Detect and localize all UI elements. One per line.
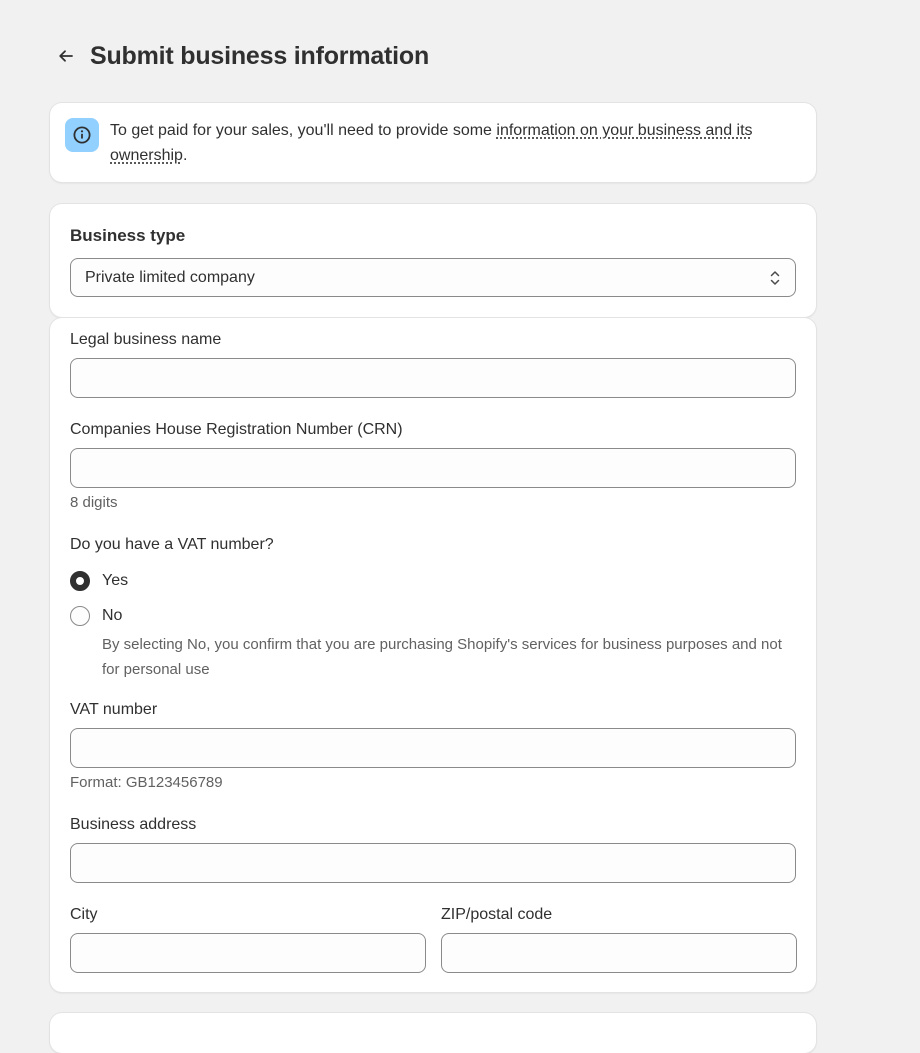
vat-question: Do you have a VAT number? (70, 536, 274, 553)
business-details-card: Legal business name Companies House Regi… (50, 318, 816, 992)
page-header: Submit business information (50, 38, 429, 74)
arrow-left-icon (59, 50, 73, 62)
business-type-select[interactable]: Private limited company (70, 258, 796, 297)
vat-no-help: By selecting No, you confirm that you ar… (102, 636, 782, 678)
radio-unchecked[interactable] (70, 606, 90, 626)
radio-checked[interactable] (70, 571, 90, 591)
city-label: City (70, 906, 98, 923)
legal-name-input[interactable] (70, 358, 796, 398)
business-type-title: Business type (70, 226, 186, 245)
banner-text: To get paid for your sales, you'll need … (110, 122, 497, 139)
select-chevron-icon (770, 271, 780, 285)
crn-input[interactable] (70, 448, 796, 488)
business-type-value: Private limited company (85, 268, 255, 286)
city-input[interactable] (70, 933, 426, 973)
business-address-input[interactable] (70, 843, 796, 883)
info-banner: To get paid for your sales, you'll need … (50, 103, 816, 182)
vat-yes-label: Yes (102, 572, 129, 589)
vat-yes-radio[interactable]: Yes (70, 571, 128, 591)
vat-number-label: VAT number (70, 701, 158, 718)
vat-no-label: No (102, 607, 123, 624)
business-address-label: Business address (70, 816, 197, 833)
legal-name-label: Legal business name (70, 331, 222, 348)
banner-message: To get paid for your sales, you'll need … (110, 118, 800, 168)
page-title: Submit business information (90, 41, 430, 70)
banner-text-end: . (182, 147, 188, 164)
vat-number-help: Format: GB123456789 (70, 774, 223, 791)
vat-no-radio[interactable]: No (70, 606, 122, 626)
next-section-card (50, 1013, 816, 1053)
crn-help: 8 digits (70, 494, 118, 511)
zip-input[interactable] (441, 933, 797, 973)
crn-label: Companies House Registration Number (CRN… (70, 421, 403, 438)
zip-label: ZIP/postal code (441, 906, 553, 923)
info-icon (65, 118, 99, 152)
business-type-card: Business type Private limited company (50, 204, 816, 317)
back-button[interactable] (50, 40, 82, 72)
vat-number-input[interactable] (70, 728, 796, 768)
